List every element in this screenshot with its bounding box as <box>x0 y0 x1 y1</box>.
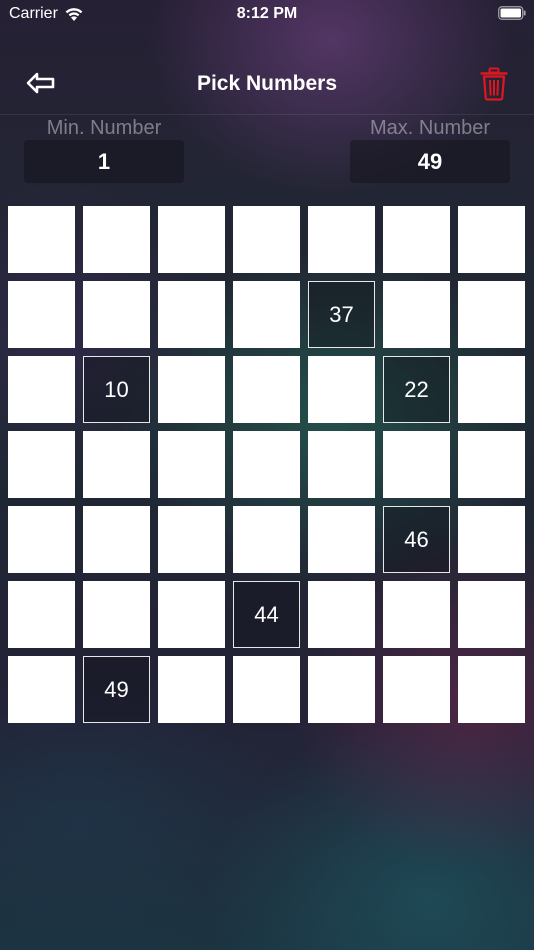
number-cell[interactable] <box>233 656 300 723</box>
number-cell[interactable] <box>458 431 525 498</box>
max-number-field[interactable]: 49 <box>350 140 510 183</box>
number-cell[interactable] <box>83 581 150 648</box>
number-cell[interactable] <box>383 206 450 273</box>
battery-icon <box>498 6 526 20</box>
number-cell[interactable] <box>308 581 375 648</box>
number-cell[interactable] <box>158 281 225 348</box>
status-bar: Carrier 8:12 PM <box>0 0 534 30</box>
number-cell[interactable] <box>8 431 75 498</box>
min-number-block: Min. Number 1 <box>24 116 184 183</box>
number-cell[interactable] <box>233 431 300 498</box>
number-cell[interactable] <box>8 506 75 573</box>
number-cell[interactable] <box>458 356 525 423</box>
number-cell-selected[interactable]: 22 <box>383 356 450 423</box>
max-number-block: Max. Number 49 <box>350 116 510 183</box>
number-cell[interactable] <box>383 431 450 498</box>
number-cell[interactable] <box>83 281 150 348</box>
number-cell[interactable] <box>458 506 525 573</box>
number-cell[interactable] <box>83 206 150 273</box>
number-cell[interactable] <box>83 431 150 498</box>
number-cell[interactable] <box>8 356 75 423</box>
number-cell[interactable] <box>158 356 225 423</box>
number-cell[interactable] <box>158 431 225 498</box>
number-cell-selected[interactable]: 44 <box>233 581 300 648</box>
number-cell[interactable] <box>458 281 525 348</box>
number-cell[interactable] <box>233 506 300 573</box>
number-cell-selected[interactable]: 10 <box>83 356 150 423</box>
number-cell[interactable] <box>158 206 225 273</box>
number-cell[interactable] <box>8 281 75 348</box>
navigation-bar: Pick Numbers <box>0 58 534 115</box>
number-cell[interactable] <box>458 656 525 723</box>
trash-icon <box>480 67 508 101</box>
delete-button[interactable] <box>480 67 508 101</box>
number-grid: 37 10 22 46 44 49 <box>8 206 526 723</box>
number-cell[interactable] <box>83 506 150 573</box>
number-cell[interactable] <box>458 206 525 273</box>
number-cell[interactable] <box>158 506 225 573</box>
number-cell[interactable] <box>8 656 75 723</box>
min-number-label: Min. Number <box>46 117 162 139</box>
number-cell[interactable] <box>233 206 300 273</box>
number-cell[interactable] <box>383 581 450 648</box>
max-number-label: Max. Number <box>369 117 491 139</box>
status-time: 8:12 PM <box>236 5 298 22</box>
number-cell[interactable] <box>383 656 450 723</box>
number-cell[interactable] <box>308 506 375 573</box>
number-cell-selected[interactable]: 37 <box>308 281 375 348</box>
number-cell-selected[interactable]: 49 <box>83 656 150 723</box>
number-cell[interactable] <box>233 281 300 348</box>
number-cell[interactable] <box>8 206 75 273</box>
number-cell-selected[interactable]: 46 <box>383 506 450 573</box>
number-cell[interactable] <box>158 656 225 723</box>
number-cell[interactable] <box>8 581 75 648</box>
min-number-field[interactable]: 1 <box>24 140 184 183</box>
number-cell[interactable] <box>383 281 450 348</box>
page-title: Pick Numbers <box>196 72 338 95</box>
number-cell[interactable] <box>308 356 375 423</box>
number-cell[interactable] <box>308 656 375 723</box>
number-cell[interactable] <box>308 431 375 498</box>
number-cell[interactable] <box>308 206 375 273</box>
number-cell[interactable] <box>233 356 300 423</box>
number-cell[interactable] <box>158 581 225 648</box>
number-cell[interactable] <box>458 581 525 648</box>
